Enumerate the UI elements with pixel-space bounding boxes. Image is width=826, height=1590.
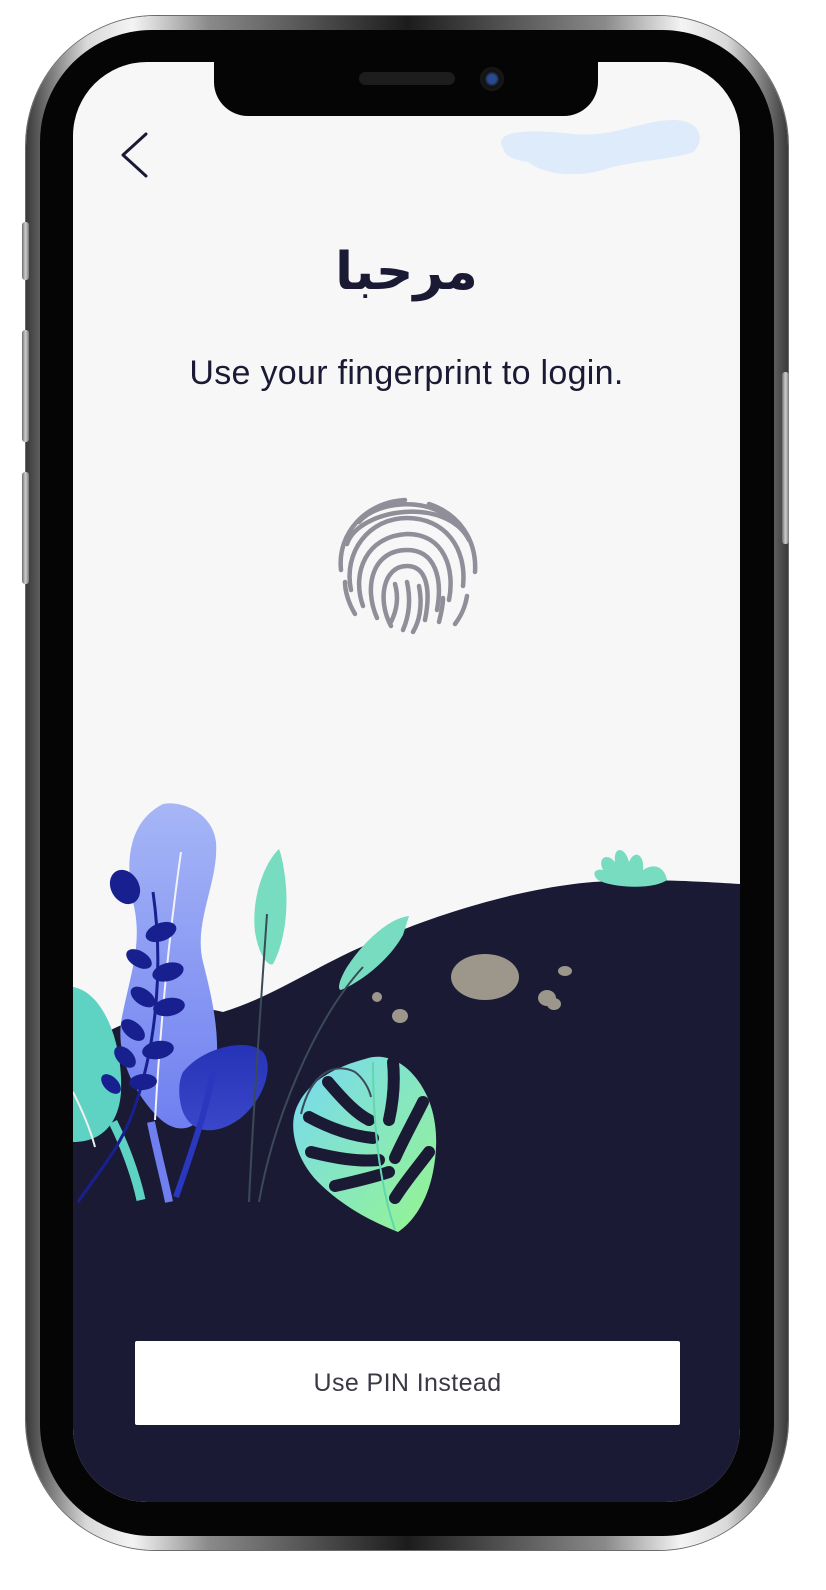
back-button[interactable]: [113, 130, 157, 180]
speaker-grille: [359, 72, 455, 85]
phone-notch: [214, 62, 598, 116]
chevron-left-icon: [121, 132, 148, 178]
volume-down-button: [22, 472, 29, 584]
rock-small: [392, 1009, 408, 1023]
shrub: [594, 850, 667, 887]
cloud: [501, 120, 700, 175]
rock-large: [451, 954, 519, 1000]
app-screen: مرحبا Use your fingerprint to login. Use…: [73, 62, 740, 1502]
fingerprint-sensor[interactable]: [329, 482, 485, 638]
power-button: [782, 372, 789, 544]
teal-spike-leaf: [254, 849, 287, 965]
mute-switch: [22, 222, 29, 280]
page-title: مرحبا: [335, 242, 478, 302]
front-camera: [480, 67, 504, 91]
instruction-text: Use your fingerprint to login.: [189, 354, 624, 392]
volume-up-button: [22, 330, 29, 442]
use-pin-button[interactable]: Use PIN Instead: [135, 1341, 680, 1425]
teal-leaf-left: [73, 987, 122, 1142]
fingerprint-icon: [338, 497, 478, 635]
